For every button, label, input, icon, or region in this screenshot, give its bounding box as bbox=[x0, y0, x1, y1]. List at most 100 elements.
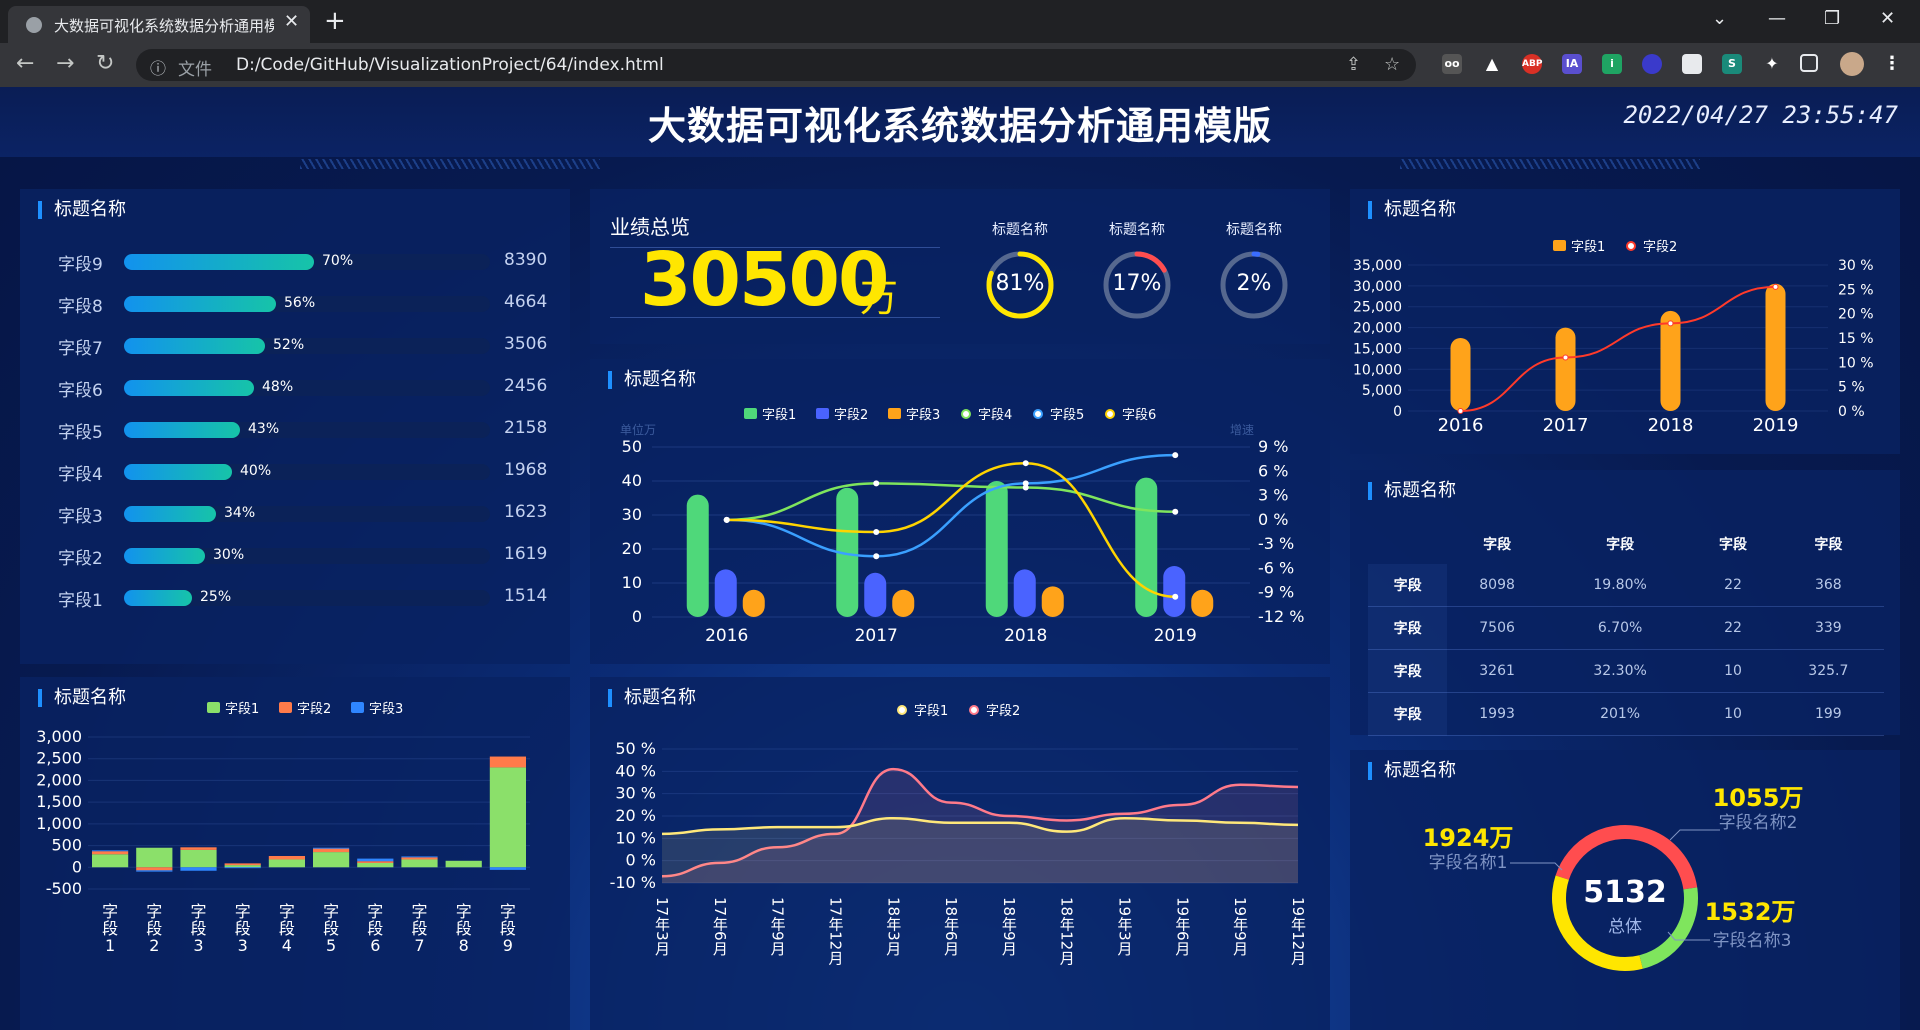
bar-value: 8390 bbox=[504, 250, 548, 270]
omnibox[interactable]: ⓘ 文件 D:/Code/GitHub/VisualizationProject… bbox=[136, 49, 1416, 81]
x-tick-label: 2016 bbox=[1438, 415, 1484, 436]
mixed-chart: 字段1 字段2 字段3 字段4 字段5 字段6 单位万 增速 50 40 30 20 10 0 9 % 6 %… bbox=[620, 408, 1304, 646]
back-icon[interactable]: ← bbox=[16, 51, 34, 76]
line-point bbox=[1022, 480, 1029, 487]
bar bbox=[742, 589, 765, 617]
table-cell: 字段 bbox=[1368, 692, 1448, 736]
panel-table: 标题名称 字段 字段 字段 字段 字段 8098 19.80% 22 368 字段 7506 6.7… bbox=[1350, 470, 1900, 736]
y2-axis-unit: 增速 bbox=[1230, 423, 1254, 437]
bar-fill bbox=[124, 464, 232, 480]
forward-icon[interactable]: → bbox=[56, 51, 74, 76]
legend-label: 字段3 bbox=[906, 408, 940, 423]
bar-percent: 25% bbox=[200, 589, 232, 605]
legend-marker bbox=[897, 705, 907, 715]
extension-icon[interactable]: S bbox=[1722, 54, 1742, 74]
y-tick-label: 2,500 bbox=[36, 749, 82, 768]
bar bbox=[1041, 586, 1064, 617]
table-cell: 32.30% bbox=[1546, 649, 1694, 693]
legend-label: 字段5 bbox=[1050, 408, 1084, 423]
y2-tick-label: 10 % bbox=[1838, 355, 1874, 371]
bar-track: 30% bbox=[124, 547, 490, 564]
bar bbox=[864, 572, 887, 617]
bar-row: 字段9 70% 8390 bbox=[38, 246, 558, 276]
extension-icon[interactable]: ▲ bbox=[1482, 54, 1502, 74]
x-tick-label: 7 bbox=[414, 936, 424, 955]
table-header-cell: 字段 bbox=[1483, 537, 1512, 553]
bookmark-star-icon[interactable]: ☆ bbox=[1384, 54, 1400, 75]
table-cell: 字段 bbox=[1368, 649, 1448, 693]
url-text[interactable]: D:/Code/GitHub/VisualizationProject/64/i… bbox=[236, 55, 664, 75]
table-cell: 10 bbox=[1693, 692, 1773, 736]
donut-slice-value: 1055万 bbox=[1713, 784, 1804, 812]
x-tick-label: 2016 bbox=[705, 626, 748, 646]
series-line bbox=[1460, 285, 1776, 412]
stacked-bar-segment bbox=[180, 847, 217, 850]
x-tick-label: 18年3月 bbox=[884, 897, 902, 957]
y-tick-label: -500 bbox=[46, 879, 82, 898]
menu-dots-icon[interactable]: ⋮ bbox=[1882, 54, 1902, 74]
stacked-bar-segment bbox=[268, 859, 305, 868]
table-cell: 字段 bbox=[1368, 564, 1448, 607]
gauge-value: 17% bbox=[1112, 271, 1162, 296]
maximize-button[interactable]: ❐ bbox=[1824, 8, 1840, 29]
stacked-bar-segment bbox=[489, 867, 526, 870]
minimize-button[interactable]: — bbox=[1768, 8, 1786, 29]
table-cell: 8098 bbox=[1447, 564, 1547, 607]
globe-icon bbox=[26, 17, 42, 33]
bar-value: 1968 bbox=[504, 460, 548, 480]
y-tick-label: 1,000 bbox=[36, 814, 82, 833]
extension-icon[interactable] bbox=[1682, 54, 1702, 74]
x-tick-label: 18年9月 bbox=[1000, 897, 1018, 957]
data-table: 字段 字段 字段 字段 字段 8098 19.80% 22 368 字段 7506 6.70% 22 3… bbox=[1368, 524, 1884, 736]
reload-icon[interactable]: ↻ bbox=[96, 51, 114, 76]
bar-row: 字段5 43% 2158 bbox=[38, 414, 558, 444]
extension-icon[interactable]: oo bbox=[1442, 54, 1462, 74]
legend-label: 字段1 bbox=[762, 408, 796, 423]
avatar[interactable] bbox=[1840, 52, 1864, 76]
sidepanel-icon[interactable] bbox=[1800, 54, 1818, 72]
share-icon[interactable]: ⇪ bbox=[1346, 54, 1361, 75]
adblock-icon[interactable]: ABP bbox=[1522, 54, 1542, 74]
table-body: 字段 8098 19.80% 22 368 字段 7506 6.70% 22 339 字段 3261 3… bbox=[1368, 564, 1884, 736]
bar-track: 52% bbox=[124, 337, 490, 354]
legend-marker bbox=[816, 408, 829, 419]
y-tick-label: -10 % bbox=[610, 873, 656, 892]
extension-icon[interactable]: IA bbox=[1562, 54, 1582, 74]
stacked-bar-segment bbox=[313, 852, 350, 868]
stacked-bar-segment bbox=[136, 847, 173, 868]
new-tab-button[interactable]: + bbox=[324, 6, 346, 36]
legend-label: 字段6 bbox=[1122, 408, 1156, 423]
line-point bbox=[873, 529, 880, 535]
table-row: 字段 7506 6.70% 22 339 bbox=[1368, 606, 1884, 650]
y-tick-label: 5,000 bbox=[1362, 383, 1402, 399]
table-cell: 10 bbox=[1693, 649, 1773, 693]
puzzle-icon[interactable]: ✦ bbox=[1762, 54, 1782, 74]
donut-leader-line bbox=[1669, 829, 1720, 841]
close-tab-icon[interactable]: ✕ bbox=[284, 11, 299, 32]
legend-marker bbox=[351, 702, 364, 713]
line-point bbox=[873, 553, 880, 560]
y-tick-label: 15,000 bbox=[1353, 341, 1402, 357]
bar-track: 56% bbox=[124, 295, 490, 312]
tab-search-icon[interactable]: ⌄ bbox=[1712, 8, 1727, 29]
close-window-button[interactable]: ✕ bbox=[1880, 8, 1895, 29]
table-header-cell: 字段 bbox=[1814, 537, 1843, 553]
table-header-cell: 字段 bbox=[1606, 537, 1635, 553]
y-tick-label: 10,000 bbox=[1353, 362, 1402, 378]
browser-tab[interactable]: 大数据可视化系统数据分析通用模 ✕ bbox=[8, 6, 310, 43]
tab-title: 大数据可视化系统数据分析通用模 bbox=[54, 17, 274, 35]
bar-value: 1623 bbox=[504, 502, 548, 522]
table-cell: 368 bbox=[1772, 564, 1884, 607]
legend-marker bbox=[1626, 241, 1636, 251]
kpi-value: 30500 bbox=[640, 237, 889, 323]
table-cell: 1993 bbox=[1447, 692, 1547, 736]
extension-icon[interactable] bbox=[1642, 54, 1662, 74]
info-icon[interactable]: ⓘ bbox=[150, 55, 166, 79]
legend-label: 字段3 bbox=[369, 702, 403, 717]
bar-track: 43% bbox=[124, 421, 490, 438]
x-tick-label: 5 bbox=[326, 936, 336, 955]
extension-icon[interactable]: i bbox=[1602, 54, 1622, 74]
area-line-chart: 字段1 字段2 50 % 40 % 30 % 20 % 10 % 0 % -10 % 17年3月 1… bbox=[610, 704, 1307, 966]
legend-label: 字段1 bbox=[1571, 240, 1605, 255]
x-tick-label: 19年12月 bbox=[1289, 897, 1307, 966]
